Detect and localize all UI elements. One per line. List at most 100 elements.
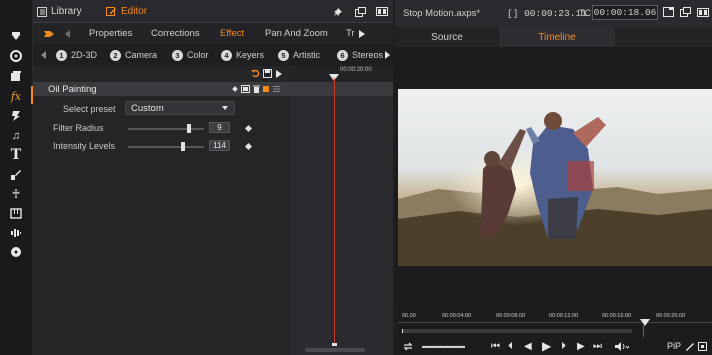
transition-icon[interactable]: [5, 108, 27, 124]
drag-handle-icon[interactable]: [273, 86, 280, 92]
subcat-keyers[interactable]: 4 Keyers: [221, 44, 264, 66]
tab-pan-and-zoom[interactable]: Pan And Zoom: [265, 23, 328, 44]
project-name: Stop Motion.axps*: [403, 8, 481, 19]
pin-icon[interactable]: [333, 0, 343, 23]
play-effect-icon[interactable]: [276, 70, 282, 80]
grid-layout-icon[interactable]: [5, 205, 27, 221]
filter-radius-value-field[interactable]: 9: [209, 122, 230, 133]
subcat-2d-3d[interactable]: 1 2D-3D: [56, 44, 97, 66]
go-to-end-icon[interactable]: ⏭: [593, 337, 602, 355]
keyframe-timeline-strip[interactable]: 00:00:20:00: [290, 66, 393, 355]
intensity-levels-value-field[interactable]: 114: [209, 140, 230, 151]
ruler-label: 00:00:20.00: [656, 313, 686, 319]
effect-header[interactable]: Oil Painting: [33, 82, 290, 96]
subcat-label: Stereos: [351, 50, 383, 60]
intensity-levels-slider-handle[interactable]: [180, 142, 185, 151]
scrub-bar[interactable]: [402, 329, 632, 333]
tab-timeline[interactable]: Timeline: [499, 27, 615, 47]
tab-timeline-label: Timeline: [538, 31, 576, 43]
tab-truncated-label: Tr: [346, 28, 355, 39]
previous-frame-icon[interactable]: ⏴: [508, 337, 513, 355]
category-tab-row: Properties Corrections Effect Pan And Zo…: [33, 23, 393, 44]
library-stack-icon[interactable]: [5, 68, 27, 84]
tab-source[interactable]: Source: [395, 27, 499, 47]
scroll-left-arrow-icon[interactable]: [65, 23, 71, 44]
next-frame-icon[interactable]: ▶: [577, 337, 585, 355]
intensity-levels-keyframe-icon[interactable]: [244, 142, 253, 151]
library-label: Library: [51, 6, 82, 17]
montage-icon[interactable]: ♰: [5, 186, 27, 202]
library-tab[interactable]: Library: [37, 0, 82, 23]
subcat-number-badge: 3: [172, 49, 183, 61]
subcat-camera[interactable]: 2 Camera: [110, 44, 157, 66]
forward-icon[interactable]: ⏵: [561, 337, 566, 355]
trash-icon[interactable]: [253, 85, 260, 93]
effect-enable-toggle[interactable]: [263, 86, 269, 92]
intensity-levels-label: Intensity Levels: [53, 141, 116, 151]
keyframe-scrollbar[interactable]: [305, 348, 365, 352]
snapshot-icon[interactable]: [698, 337, 707, 355]
fullscreen-icon[interactable]: [663, 7, 674, 17]
subcat-scroll-left-icon[interactable]: [41, 44, 46, 66]
layout-toggle-icon[interactable]: [376, 0, 388, 23]
subcat-scroll-right-icon[interactable]: [385, 44, 390, 66]
audio-wave-icon[interactable]: [5, 225, 27, 241]
video-preview[interactable]: [398, 89, 712, 266]
effect-window-icon[interactable]: [241, 85, 250, 93]
text-title-icon[interactable]: T: [5, 147, 27, 163]
music-note-icon[interactable]: ♫: [5, 128, 27, 144]
library-icon: [37, 6, 47, 17]
preset-dropdown-value: Custom: [131, 102, 164, 114]
detach-player-icon[interactable]: [680, 7, 691, 17]
tab-properties[interactable]: Properties: [89, 23, 132, 44]
intensity-levels-slider[interactable]: [128, 146, 204, 148]
editor-tab[interactable]: Editor: [106, 0, 147, 23]
subcat-label: Artistic: [293, 50, 320, 60]
subcat-number-badge: 2: [110, 49, 121, 61]
timecode-field[interactable]: 00:00:18.06: [592, 5, 658, 20]
color-wheel-icon[interactable]: [5, 48, 27, 64]
keyframe-ruler-time: 00:00:20:00: [340, 67, 372, 73]
keyframe-diamond-icon[interactable]: [232, 86, 238, 92]
preset-dropdown[interactable]: Custom: [125, 101, 235, 115]
save-preset-icon[interactable]: [263, 69, 272, 80]
left-top-bar: Library Editor: [33, 0, 393, 23]
main-menu-icon[interactable]: [5, 28, 27, 44]
subcat-artistic[interactable]: 5 Artistic: [278, 44, 320, 66]
ruler-baseline: [398, 322, 712, 323]
subcat-number-badge: 1: [56, 49, 67, 61]
play-button[interactable]: ▶: [542, 337, 551, 355]
tab-truncated[interactable]: Tr: [346, 23, 355, 44]
editor-pencil-icon: [106, 7, 116, 16]
timeline-ruler[interactable]: 00.00 00:00:04.00 00:00:08.00 00:00:12.0…: [398, 307, 712, 337]
subcat-color[interactable]: 3 Color: [172, 44, 209, 66]
loop-icon[interactable]: [402, 337, 414, 355]
rewind-icon[interactable]: ◀: [524, 337, 532, 355]
filter-radius-slider[interactable]: [128, 128, 204, 130]
subcat-number-badge: 5: [278, 49, 289, 61]
tab-properties-label: Properties: [89, 28, 133, 39]
player-tabs: Source Timeline: [395, 27, 712, 47]
disc-icon[interactable]: [5, 244, 27, 260]
detach-window-icon[interactable]: [355, 0, 366, 23]
tab-effect[interactable]: Effect: [220, 23, 244, 44]
edit-pip-icon[interactable]: [685, 337, 694, 355]
filter-radius-keyframe-icon[interactable]: [244, 124, 253, 133]
playhead-marker-icon[interactable]: [640, 319, 650, 326]
subcat-label: Keyers: [236, 50, 265, 60]
editor-label: Editor: [121, 6, 148, 17]
reset-icon[interactable]: [251, 69, 260, 80]
shuttle-control[interactable]: ▬▬▬▬▬▬▬: [422, 337, 465, 355]
scroll-right-arrow-icon[interactable]: [359, 23, 365, 44]
player-layout-icon[interactable]: [697, 8, 709, 17]
filter-radius-slider-handle[interactable]: [186, 124, 191, 133]
go-to-start-icon[interactable]: ⏮: [491, 337, 500, 355]
fx-icon[interactable]: fx: [5, 88, 27, 104]
subcat-stereoscopic[interactable]: 6 Stereos: [337, 44, 383, 66]
pip-button[interactable]: PiP: [667, 337, 681, 355]
tab-corrections[interactable]: Corrections: [151, 23, 200, 44]
volume-icon[interactable]: [615, 337, 629, 355]
effects-shape-icon: [43, 23, 55, 44]
paint-brush-icon[interactable]: [5, 167, 27, 183]
keyframe-playhead-line: [334, 78, 335, 343]
